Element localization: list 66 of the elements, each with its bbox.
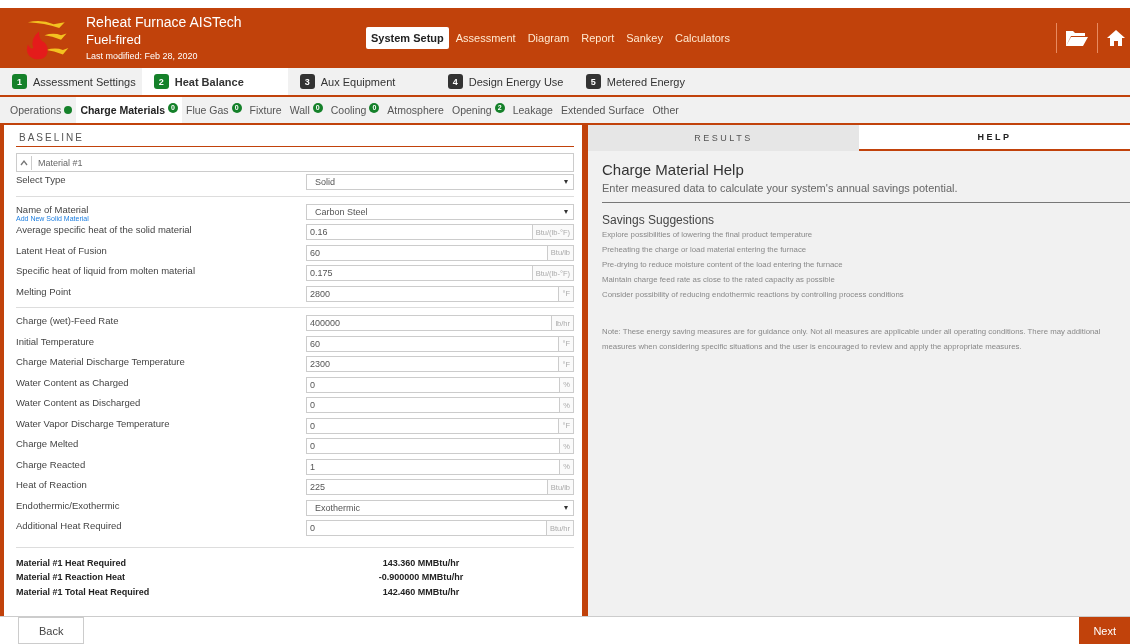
total-label: Material #1 Heat Required bbox=[16, 556, 128, 570]
section-tab[interactable]: Extended Surface bbox=[556, 97, 649, 123]
field-label: Additional Heat Required bbox=[16, 520, 122, 531]
field-label: Initial Temperature bbox=[16, 335, 94, 347]
select-field[interactable]: Solid bbox=[306, 174, 574, 190]
field-label: Charge Melted bbox=[16, 438, 79, 449]
step-number: 5 bbox=[585, 74, 601, 89]
step-tab[interactable]: 2 Heat Balance bbox=[141, 68, 288, 95]
field-label: Specific heat of liquid from molten material bbox=[16, 265, 195, 276]
select-field[interactable]: Exothermic bbox=[306, 499, 574, 516]
section-tab[interactable]: Leakage bbox=[508, 97, 557, 123]
material-header[interactable]: Material #1 bbox=[16, 153, 574, 172]
nav-tab[interactable]: Report bbox=[576, 27, 620, 49]
help-intro: Enter measured data to calculate your system's annual savings potential. bbox=[602, 182, 1130, 203]
section-tab[interactable]: Fixture bbox=[245, 97, 286, 123]
nav-tab[interactable]: Calculators bbox=[670, 27, 735, 49]
field-label: Melting Point bbox=[16, 285, 71, 297]
total-value: 142.460 MMBtu/hr bbox=[381, 585, 461, 599]
panel-tab[interactable]: HELP bbox=[859, 125, 1130, 151]
field-label: Endothermic/Exothermic bbox=[16, 499, 120, 511]
step-tab[interactable]: 4 Design Energy Use bbox=[435, 68, 574, 95]
baseline-heading: BASELINE bbox=[16, 125, 574, 147]
step-tab[interactable]: 5 Metered Energy bbox=[573, 68, 712, 95]
total-label: Material #1 Total Heat Required bbox=[16, 585, 151, 599]
total-value: 143.360 MMBtu/hr bbox=[381, 556, 461, 570]
field-label: Water Content as Charged bbox=[16, 376, 129, 388]
field-label: Heat of Reaction bbox=[16, 479, 87, 490]
step-number: 4 bbox=[447, 74, 463, 89]
nav-tab[interactable]: Sankey bbox=[621, 27, 668, 49]
help-title: Charge Material Help bbox=[602, 161, 745, 178]
select-field[interactable]: Carbon Steel bbox=[306, 203, 574, 220]
status-dot bbox=[64, 106, 73, 114]
nav-tab[interactable]: Diagram bbox=[522, 27, 575, 49]
field-label: Select Type bbox=[16, 174, 66, 185]
dropdown-icon bbox=[564, 209, 568, 214]
last-modified: Last modified: Feb 28, 2020 bbox=[86, 49, 199, 63]
assessment-type: Fuel-fired bbox=[86, 30, 142, 49]
step-tab[interactable]: 3 Aux Equipment bbox=[287, 68, 436, 95]
nav-tab[interactable]: Assessment bbox=[450, 27, 521, 49]
panel-tab[interactable]: RESULTS bbox=[588, 125, 859, 151]
step-tab[interactable]: 1 Assessment Settings bbox=[0, 68, 142, 95]
step-number: 3 bbox=[299, 74, 315, 89]
field-label: Charge (wet)-Feed Rate bbox=[16, 315, 119, 326]
next-button[interactable]: Next bbox=[1079, 617, 1130, 644]
nav-tab[interactable]: System Setup bbox=[366, 27, 449, 49]
total-label: Material #1 Reaction Heat bbox=[16, 571, 127, 584]
field-label: Water Vapor Discharge Temperature bbox=[16, 417, 170, 429]
field-label: Average specific heat of the solid material bbox=[16, 224, 192, 235]
assessment-title: Reheat Furnace AISTech bbox=[86, 12, 243, 31]
field-label: Name of Material bbox=[16, 203, 89, 215]
total-value: -0.900000 MMBtu/hr bbox=[377, 571, 465, 584]
back-button[interactable]: Back bbox=[18, 617, 85, 644]
dropdown-icon bbox=[564, 180, 568, 184]
section-tab[interactable]: Other bbox=[648, 97, 683, 123]
dropdown-icon bbox=[564, 505, 568, 510]
folder-icon[interactable] bbox=[1065, 29, 1089, 47]
field-label: Charge Material Discharge Temperature bbox=[16, 356, 185, 367]
section-tab[interactable]: Operations bbox=[6, 97, 77, 123]
step-number: 2 bbox=[153, 74, 169, 89]
field-label: Water Content as Discharged bbox=[16, 397, 141, 408]
suggestions-title: Savings Suggestions bbox=[602, 213, 716, 227]
step-number: 1 bbox=[12, 74, 27, 89]
field-label: Latent Heat of Fusion bbox=[16, 244, 107, 256]
field-label: Charge Reacted bbox=[16, 458, 86, 470]
section-tab[interactable]: Atmosphere bbox=[383, 97, 448, 123]
home-icon[interactable] bbox=[1106, 29, 1126, 47]
